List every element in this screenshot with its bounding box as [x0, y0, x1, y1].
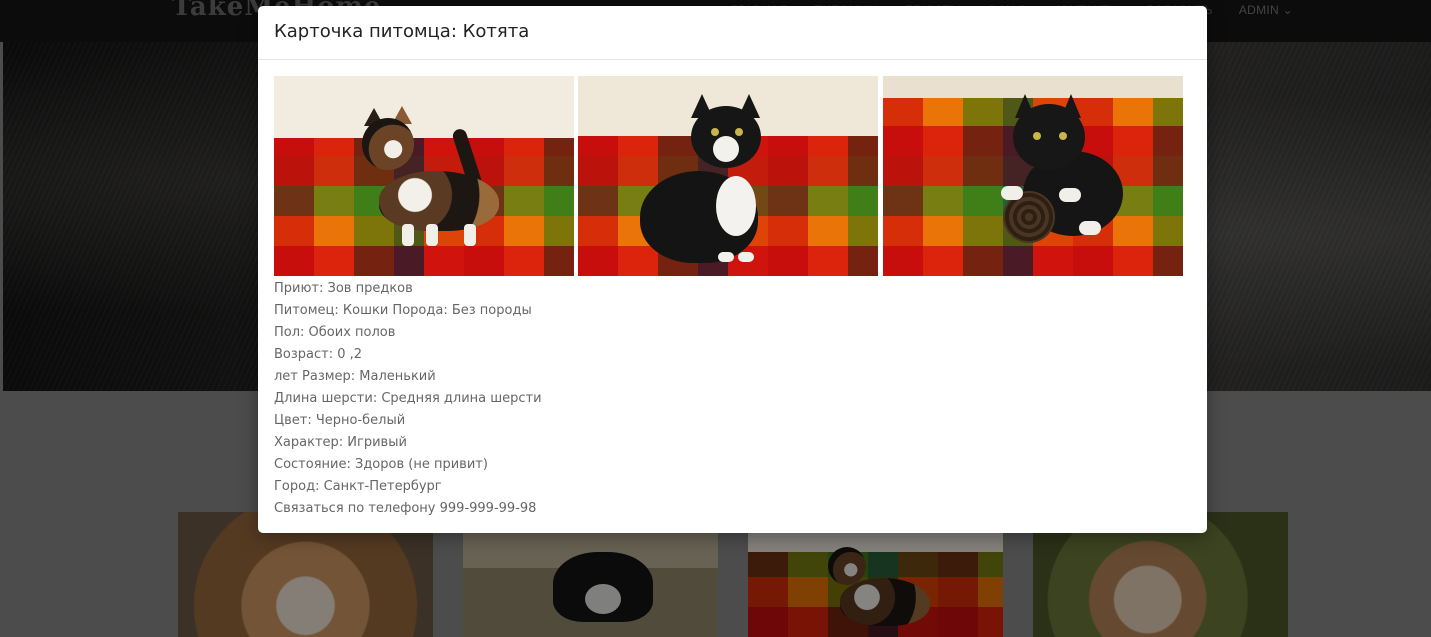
- kitten-paw: [1059, 188, 1081, 202]
- kitten-eye: [1059, 132, 1067, 140]
- contact-phone: Связаться по телефону 999-999-99-98: [274, 501, 537, 516]
- wall: [274, 76, 574, 138]
- color-line: Цвет: Черно-белый: [274, 413, 406, 428]
- pet-photo[interactable]: [274, 76, 574, 276]
- character-line: Характер: Игривый: [274, 435, 407, 450]
- age-line: Возраст: 0 ,2: [274, 347, 363, 362]
- kitten-eye: [1033, 132, 1041, 140]
- shelter-line: Приют: Зов предков: [274, 281, 413, 296]
- coat-line: Длина шерсти: Средняя длина шерсти: [274, 391, 542, 406]
- photo-gallery: [274, 76, 1185, 276]
- pet-card-modal: Карточка питомца: Котята Приют: Зов пред…: [258, 6, 1207, 533]
- kitten-head: [1013, 104, 1085, 170]
- kitten-chest: [716, 176, 756, 236]
- kitten-paw: [718, 252, 734, 262]
- kitten-body: [379, 171, 499, 231]
- sex-line: Пол: Обоих полов: [274, 325, 396, 340]
- kitten-paw: [1079, 221, 1101, 235]
- kitten-muzzle: [713, 136, 739, 162]
- pet-info: Приют: Зов предков Питомец: Кошки Порода…: [274, 278, 542, 520]
- kitten-paw: [1001, 186, 1023, 200]
- pet-photo[interactable]: [578, 76, 878, 276]
- pet-photo[interactable]: [883, 76, 1183, 276]
- modal-title: Карточка питомца: Котята: [274, 21, 530, 42]
- kitten-leg: [464, 224, 476, 246]
- kitten-head: [362, 118, 414, 170]
- size-line: лет Размер: Маленький: [274, 369, 436, 384]
- health-line: Состояние: Здоров (не привит): [274, 457, 488, 472]
- kitten-paw: [738, 252, 754, 262]
- kitten-eye: [735, 128, 743, 136]
- modal-header: Карточка питомца: Котята: [258, 6, 1207, 60]
- kitten-eye: [711, 128, 719, 136]
- pet-breed-line: Питомец: Кошки Порода: Без породы: [274, 303, 532, 318]
- city-line: Город: Санкт-Петербург: [274, 479, 442, 494]
- kitten-leg: [402, 224, 414, 246]
- kitten-leg: [426, 224, 438, 246]
